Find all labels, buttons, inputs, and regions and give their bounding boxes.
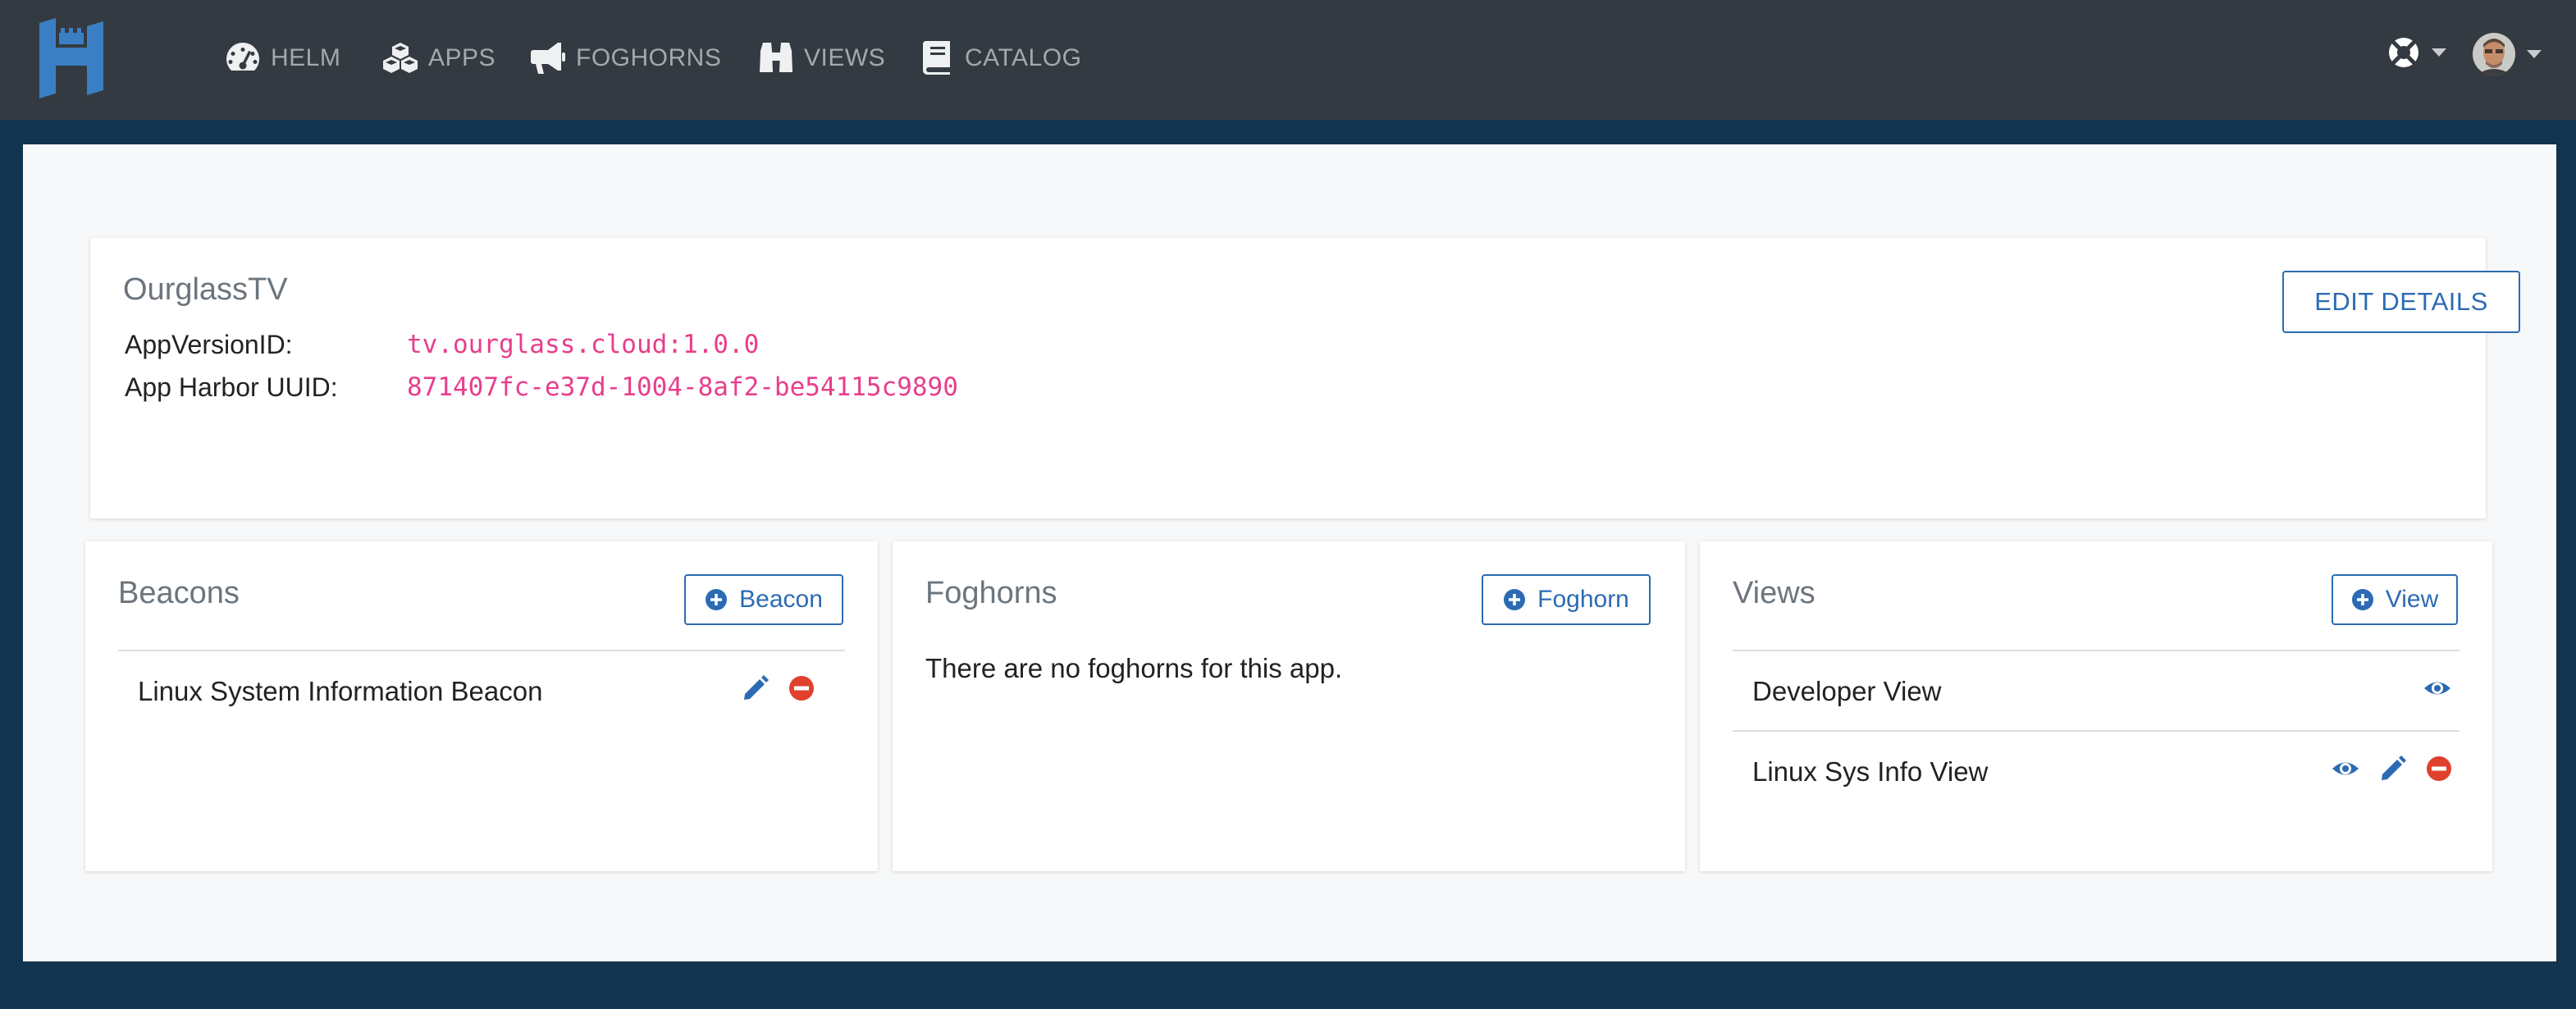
beacons-card: Beacons Beacon Linux System Information … (85, 541, 878, 871)
view-item-label: Linux Sys Info View (1752, 756, 1989, 787)
add-view-label: View (2385, 586, 2439, 613)
app-version-value: tv.ourglass.cloud:1.0.0 (407, 330, 760, 359)
nav-foghorns-label: FOGHORNS (576, 44, 722, 71)
nav-views-label: VIEWS (804, 44, 886, 71)
add-foghorn-button[interactable]: Foghorn (1482, 574, 1651, 625)
tachometer-icon (226, 43, 259, 71)
nav-foghorns[interactable]: FOGHORNS (530, 36, 721, 79)
add-beacon-button[interactable]: Beacon (684, 574, 843, 625)
add-beacon-label: Beacon (739, 586, 823, 613)
app-version-label: AppVersionID: (125, 330, 293, 359)
app-name: OurglassTV (123, 272, 288, 307)
book-icon (922, 41, 950, 75)
remove-icon[interactable] (788, 674, 815, 702)
app-details-card: OurglassTV AppVersionID: tv.ourglass.clo… (90, 238, 2520, 518)
remove-icon[interactable] (2425, 755, 2453, 783)
nav-apps-label: APPS (428, 44, 496, 71)
beacon-item-label: Linux System Information Beacon (138, 676, 543, 706)
nav-apps[interactable]: APPS (382, 36, 496, 79)
plus-circle-icon (2351, 589, 2373, 610)
life-ring-icon (2389, 38, 2418, 67)
divider (118, 650, 845, 651)
edit-icon[interactable] (2379, 755, 2407, 783)
nav-views[interactable]: VIEWS (758, 36, 885, 79)
nav-catalog-label: CATALOG (965, 44, 1082, 71)
top-navbar: HELM APPS FOGHORNS VIEWS CATALOG (0, 0, 2576, 120)
main-panel: OurglassTV AppVersionID: tv.ourglass.clo… (23, 144, 2556, 961)
nav-catalog[interactable]: CATALOG (919, 36, 1081, 79)
app-uuid-value: 871407fc-e37d-1004-8af2-be54115c9890 (407, 372, 958, 402)
help-dropdown[interactable] (2387, 36, 2446, 69)
views-title: Views (1733, 576, 1816, 610)
user-dropdown[interactable] (2473, 33, 2542, 75)
foghorns-card: Foghorns Foghorn There are no foghorns f… (893, 541, 1685, 871)
view-item-label: Developer View (1752, 676, 1942, 706)
views-card: Views View Developer View Linux Sys Info… (1700, 541, 2492, 871)
edit-details-button[interactable]: EDIT DETAILS (2282, 271, 2520, 333)
divider (1733, 650, 2460, 651)
eye-icon[interactable] (2332, 755, 2359, 783)
avatar (2473, 33, 2515, 75)
chevron-down-icon (2527, 50, 2542, 58)
binoculars-icon (760, 43, 792, 72)
eye-icon[interactable] (2423, 674, 2451, 702)
cubes-icon (383, 43, 418, 73)
app-uuid-label: App Harbor UUID: (125, 372, 338, 402)
foghorns-title: Foghorns (925, 576, 1057, 610)
chevron-down-icon (2432, 48, 2446, 57)
bullhorn-icon (531, 43, 565, 74)
edit-icon[interactable] (742, 674, 770, 702)
foghorns-empty-message: There are no foghorns for this app. (925, 653, 1343, 683)
nav-helm-label: HELM (271, 44, 341, 71)
beacons-title: Beacons (118, 576, 240, 610)
divider (1733, 730, 2460, 732)
add-foghorn-label: Foghorn (1537, 586, 1629, 613)
nav-helm[interactable]: HELM (225, 36, 340, 79)
app-harbor-logo[interactable] (36, 15, 107, 98)
plus-circle-icon (706, 589, 728, 610)
plus-circle-icon (1504, 589, 1526, 610)
add-view-button[interactable]: View (2332, 574, 2458, 625)
